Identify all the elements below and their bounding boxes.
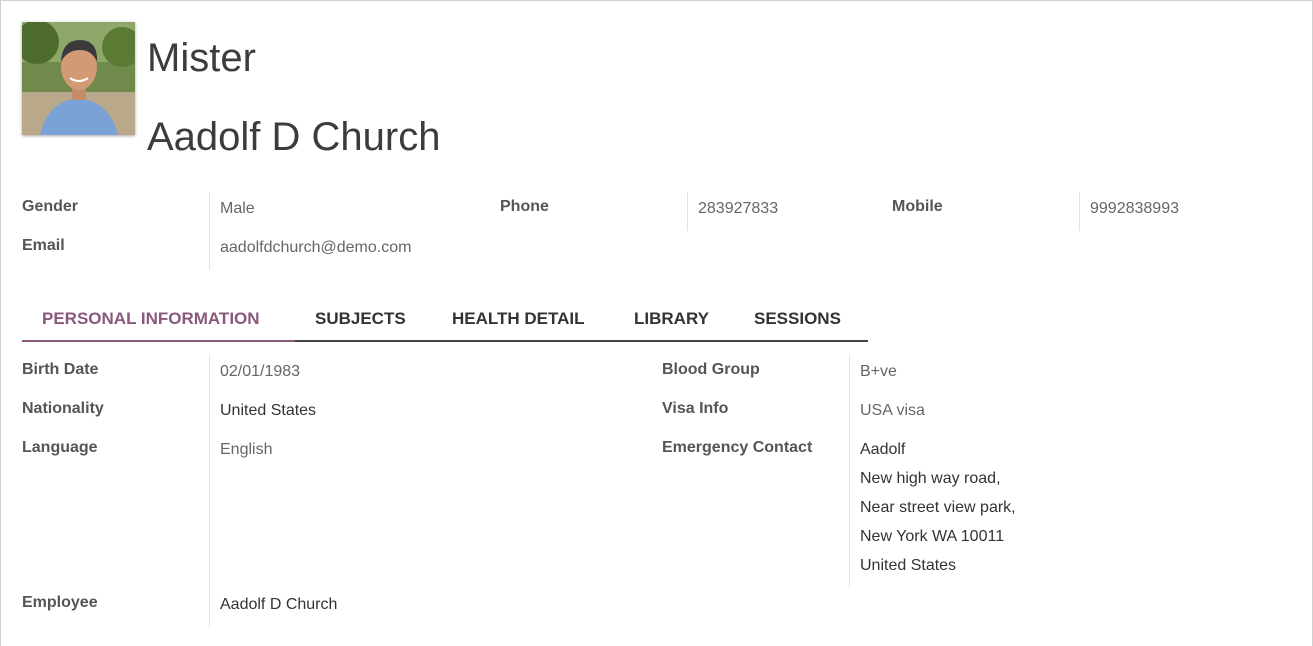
nationality-label: Nationality [22,400,104,417]
email-field[interactable]: aadolfdchurch@demo.com [220,239,411,257]
employee-label: Employee [22,594,98,611]
divider [1079,192,1080,231]
phone-field[interactable]: 283927833 [698,200,778,218]
divider [849,355,850,587]
tab-health-detail[interactable]: HEALTH DETAIL [452,296,585,342]
blood-group-field[interactable]: B+ve [860,363,897,381]
visa-info-field[interactable]: USA visa [860,402,925,420]
birth-date-label: Birth Date [22,361,99,378]
mobile-label: Mobile [892,198,943,215]
address-line: New York WA 10011 [860,528,1005,545]
tab-sessions[interactable]: SESSIONS [754,296,841,342]
email-label: Email [22,237,65,254]
birth-date-field[interactable]: 02/01/1983 [220,363,300,381]
tab-personal-information[interactable]: PERSONAL INFORMATION [42,296,260,342]
language-label: Language [22,439,98,456]
emergency-contact-label: Emergency Contact [662,439,813,456]
tab-subjects[interactable]: SUBJECTS [315,296,406,342]
tab-library[interactable]: LIBRARY [634,296,709,342]
nationality-field[interactable]: United States [220,402,316,420]
divider [209,192,210,270]
notebook-tabs: PERSONAL INFORMATION SUBJECTS HEALTH DET… [22,296,868,342]
address-line: Aadolf [860,441,906,458]
student-title[interactable]: Mister [147,36,256,81]
mobile-field[interactable]: 9992838993 [1090,200,1179,218]
active-tab-indicator [22,340,295,342]
language-field[interactable]: English [220,441,272,459]
person-photo-icon [22,22,135,135]
visa-info-label: Visa Info [662,400,729,417]
phone-label: Phone [500,198,549,215]
student-name[interactable]: Aadolf D Church [147,115,440,160]
divider [687,192,688,231]
address-line: New high way road, [860,470,1001,487]
employee-field[interactable]: Aadolf D Church [220,596,337,614]
student-photo[interactable] [22,22,135,135]
gender-field[interactable]: Male [220,200,255,218]
gender-label: Gender [22,198,79,215]
divider [209,355,210,627]
blood-group-label: Blood Group [662,361,760,378]
address-line: United States [860,557,957,574]
address-line: Near street view park, [860,499,1016,516]
